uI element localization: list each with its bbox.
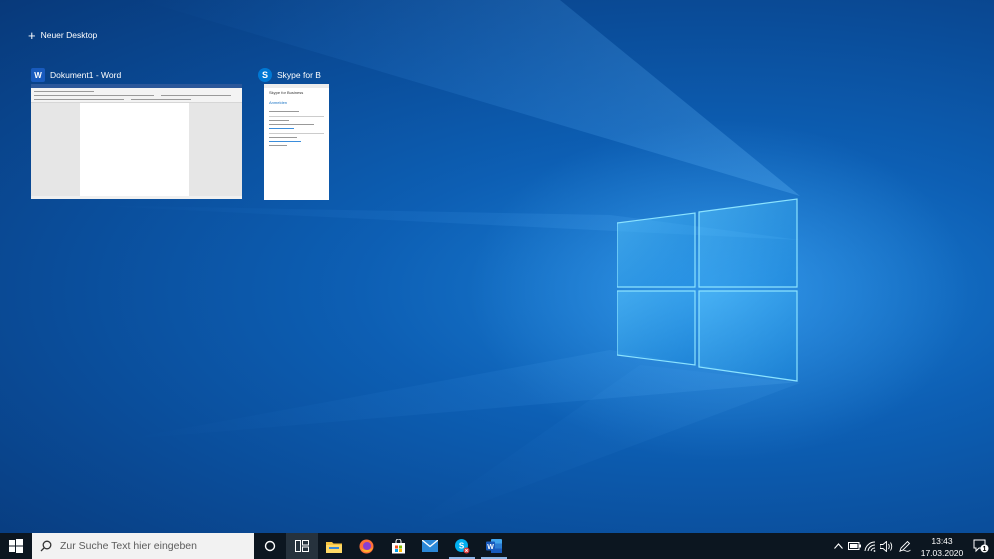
cortana-button[interactable] — [254, 533, 286, 559]
task-view-button[interactable] — [286, 533, 318, 559]
pen-icon — [899, 540, 911, 552]
show-hidden-icons-button[interactable] — [830, 533, 846, 559]
window-title-word: Dokument1 - Word — [50, 70, 122, 80]
firefox-button[interactable] — [350, 533, 382, 559]
action-center-button[interactable]: 1 — [968, 533, 994, 559]
search-placeholder: Zur Suche Text hier eingeben — [60, 540, 197, 552]
store-button[interactable] — [382, 533, 414, 559]
mail-icon — [422, 540, 438, 552]
skype-taskbar-button[interactable]: S — [446, 533, 478, 559]
pen-workspace-button[interactable] — [894, 533, 916, 559]
word-icon: W — [486, 539, 502, 553]
system-tray: 13:43 17.03.2020 1 — [830, 533, 994, 559]
skype-preview-subheading: Anmelden — [269, 100, 288, 105]
task-view-icon — [295, 540, 309, 552]
svg-text:W: W — [487, 544, 494, 551]
new-desktop-button[interactable]: + Neuer Desktop — [28, 28, 97, 42]
clock-date: 17.03.2020 — [920, 547, 964, 558]
mail-button[interactable] — [414, 533, 446, 559]
battery-button[interactable] — [846, 533, 862, 559]
start-icon — [9, 539, 23, 553]
word-taskbar-button[interactable]: W — [478, 533, 510, 559]
wifi-icon — [864, 540, 876, 552]
new-desktop-label: Neuer Desktop — [40, 30, 98, 40]
file-explorer-icon — [326, 541, 342, 553]
window-title-skype: Skype for B — [277, 70, 321, 80]
skype-preview-heading: Skype for Business — [269, 90, 304, 95]
volume-button[interactable] — [878, 533, 894, 559]
start-button[interactable] — [0, 533, 32, 559]
cortana-icon — [264, 540, 276, 552]
clock-time: 13:43 — [931, 535, 953, 546]
network-button[interactable] — [862, 533, 878, 559]
word-icon: W — [31, 68, 45, 82]
store-icon — [391, 538, 405, 553]
document-page — [80, 103, 189, 196]
notification-count: 1 — [983, 546, 987, 553]
skype-window-thumbnail: Skype for Business Anmelden — [264, 84, 329, 200]
file-explorer-button[interactable] — [318, 533, 350, 559]
word-window-thumbnail — [31, 84, 242, 199]
skype-icon: S — [455, 539, 470, 554]
taskbar: Zur Suche Text hier eingeben S W 13:43 1… — [0, 533, 994, 559]
skype-icon: S — [258, 68, 272, 82]
chevron-up-icon — [833, 543, 843, 549]
clock[interactable]: 13:43 17.03.2020 — [916, 534, 968, 559]
firefox-icon — [359, 539, 373, 553]
search-icon — [40, 540, 52, 552]
speaker-icon — [879, 540, 892, 552]
battery-icon — [847, 542, 861, 550]
plus-icon: + — [28, 27, 36, 43]
task-window-skype[interactable]: S Skype for B Skype for Business Anmelde… — [258, 68, 330, 200]
task-window-word[interactable]: W Dokument1 - Word — [31, 68, 242, 200]
windows-logo — [617, 198, 798, 382]
search-input[interactable]: Zur Suche Text hier eingeben — [32, 533, 254, 559]
notification-icon: 1 — [973, 539, 989, 553]
